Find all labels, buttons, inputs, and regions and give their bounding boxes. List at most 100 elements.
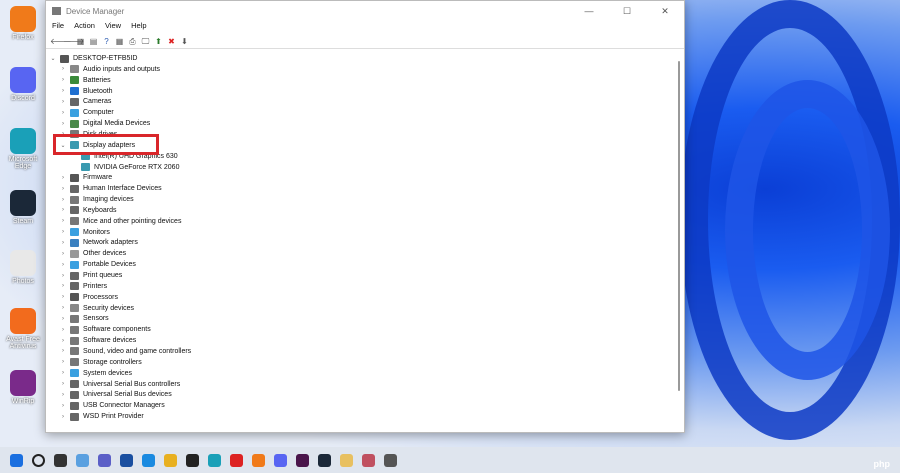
chevron-right-icon[interactable]: › [60, 197, 66, 203]
store-icon[interactable] [120, 453, 133, 467]
close-button[interactable]: ✕ [646, 6, 684, 17]
tree-item[interactable]: › Network adapters [60, 237, 138, 248]
minimize-button[interactable]: — [570, 6, 608, 17]
edge-icon[interactable] [208, 453, 221, 467]
widgets-icon[interactable] [76, 453, 89, 467]
tree-item[interactable]: › Digital Media Devices [60, 118, 150, 129]
tree-item[interactable]: › Human Interface Devices [60, 183, 162, 194]
scan-icon[interactable]: 🖵 [141, 37, 150, 46]
tree-item[interactable]: › Batteries [60, 75, 111, 86]
tree-item[interactable]: › Sensors [60, 313, 109, 324]
menu-view[interactable]: View [105, 21, 121, 33]
chevron-right-icon[interactable]: › [60, 305, 66, 311]
menu-help[interactable]: Help [131, 21, 146, 33]
chevron-right-icon[interactable]: › [60, 207, 66, 213]
app-icon[interactable] [186, 453, 199, 467]
chevron-right-icon[interactable]: › [60, 359, 66, 365]
tree-item[interactable]: › Audio inputs and outputs [60, 64, 160, 75]
tree-item[interactable]: › Security devices [60, 303, 134, 314]
desktop-icon[interactable]: Photos [4, 250, 42, 285]
steam-icon[interactable] [318, 453, 331, 467]
tree-item[interactable]: › Mice and other pointing devices [60, 216, 181, 227]
chevron-right-icon[interactable]: › [60, 338, 66, 344]
chevron-right-icon[interactable]: › [60, 229, 66, 235]
tree-item[interactable]: › Software components [60, 324, 151, 335]
update-icon[interactable]: ▤ [89, 37, 98, 46]
tree-item[interactable]: › Printers [60, 281, 107, 292]
chevron-right-icon[interactable]: › [60, 392, 66, 398]
tree-item[interactable]: › Imaging devices [60, 194, 134, 205]
discord-icon[interactable] [274, 453, 287, 467]
chevron-right-icon[interactable]: › [60, 262, 66, 268]
chevron-right-icon[interactable]: › [60, 348, 66, 354]
forward-icon[interactable]: 🡒 [63, 37, 84, 46]
uninstall-icon[interactable]: ✖ [167, 37, 176, 46]
chevron-right-icon[interactable]: › [60, 110, 66, 116]
chevron-right-icon[interactable]: › [60, 186, 66, 192]
enable-icon[interactable]: ⬆ [154, 37, 163, 46]
tree-item[interactable]: › Universal Serial Bus devices [60, 389, 172, 400]
tree-item[interactable]: › System devices [60, 368, 132, 379]
download-icon[interactable]: ⬇ [180, 37, 189, 46]
teams-icon[interactable] [98, 453, 111, 467]
vertical-scrollbar[interactable] [674, 53, 684, 432]
chevron-right-icon[interactable]: › [60, 240, 66, 246]
tree-item[interactable]: › Keyboards [60, 205, 116, 216]
menu-action[interactable]: Action [74, 21, 95, 33]
tree-item[interactable]: › Processors [60, 292, 118, 303]
desktop-icon[interactable]: Avast Free Antivirus [4, 308, 42, 350]
tree-item[interactable]: › Other devices [60, 248, 126, 259]
tree-item[interactable]: › Sound, video and game controllers [60, 346, 191, 357]
desktop-icon[interactable]: Firefox [4, 6, 42, 41]
desktop-icon[interactable]: Discord [4, 67, 42, 102]
slack-icon[interactable] [296, 453, 309, 467]
help-icon[interactable]: ? [102, 37, 111, 46]
tree-item[interactable]: › Bluetooth [60, 86, 113, 97]
properties-icon[interactable]: ▦ [76, 37, 85, 46]
tree-item[interactable]: › Portable Devices [60, 259, 136, 270]
tree-item[interactable]: NVIDIA GeForce RTX 2060 [81, 162, 179, 173]
chevron-right-icon[interactable]: › [60, 327, 66, 333]
tree-item[interactable]: › Firmware [60, 172, 112, 183]
tree-item[interactable]: › WSD Print Provider [60, 411, 144, 422]
chevron-right-icon[interactable]: › [60, 273, 66, 279]
desktop-icon[interactable]: WinRip [4, 370, 42, 405]
chevron-right-icon[interactable]: › [60, 251, 66, 257]
tree-item[interactable]: › Print queues [60, 270, 122, 281]
desktop-icon[interactable]: Steam [4, 190, 42, 225]
tree-item[interactable]: › Monitors [60, 227, 110, 238]
tree-item[interactable]: › Storage controllers [60, 357, 142, 368]
chevron-right-icon[interactable]: › [60, 370, 66, 376]
chevron-right-icon[interactable]: › [60, 121, 66, 127]
print-icon[interactable]: ⎙ [128, 37, 137, 46]
firefox-icon[interactable] [252, 453, 265, 467]
app2-icon[interactable] [340, 453, 353, 467]
chevron-right-icon[interactable]: › [60, 77, 66, 83]
back-icon[interactable]: 🡐 [50, 37, 71, 46]
tree-item[interactable]: › USB Connector Managers [60, 400, 165, 411]
chevron-right-icon[interactable]: › [60, 66, 66, 72]
explorer-icon[interactable] [164, 453, 177, 467]
app3-icon[interactable] [384, 453, 397, 467]
task-view-icon[interactable] [54, 453, 67, 467]
chevron-right-icon[interactable]: › [60, 381, 66, 387]
chevron-right-icon[interactable]: › [60, 316, 66, 322]
start-icon[interactable] [10, 453, 23, 467]
view-icon[interactable]: ▦ [115, 37, 124, 46]
chevron-right-icon[interactable]: › [60, 99, 66, 105]
desktop-icon[interactable]: Microsoft Edge [4, 128, 42, 170]
chevron-down-icon[interactable]: ⌄ [50, 55, 56, 62]
chevron-right-icon[interactable]: › [60, 283, 66, 289]
snipping-icon[interactable] [362, 453, 375, 467]
chevron-right-icon[interactable]: › [60, 414, 66, 420]
tree-item[interactable]: › Computer [60, 107, 114, 118]
maximize-button[interactable]: ☐ [608, 6, 646, 17]
chevron-right-icon[interactable]: › [60, 294, 66, 300]
scrollbar-thumb[interactable] [678, 61, 680, 391]
chevron-right-icon[interactable]: › [60, 175, 66, 181]
menu-file[interactable]: File [52, 21, 64, 33]
mail-icon[interactable] [142, 453, 155, 467]
tree-item[interactable]: › Cameras [60, 96, 111, 107]
tree-item[interactable]: › Software devices [60, 335, 136, 346]
chevron-right-icon[interactable]: › [60, 403, 66, 409]
